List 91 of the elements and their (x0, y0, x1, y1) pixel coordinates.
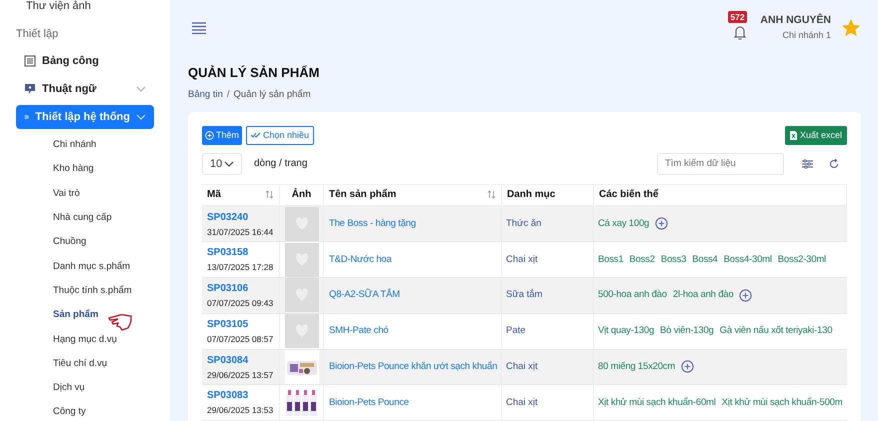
product-name-link[interactable]: Bioion-Pets Pounce khăn ướt sạch khuẩn (329, 360, 498, 374)
search-field[interactable]: Tìm kiếm dữ liệu (657, 152, 784, 175)
plus-circle-icon (205, 130, 214, 140)
sidebar-item[interactable]: Thiết lập hệ thống (16, 105, 154, 129)
add-circle-icon[interactable] (739, 288, 752, 302)
product-code-link[interactable]: SP03106 (207, 281, 274, 296)
category-cell-text: Thức ăn (506, 216, 542, 231)
submenu-item[interactable]: Chuồng (53, 236, 86, 248)
branch-name: Chi nhánh 1 (782, 29, 831, 42)
sidebar-item[interactable]: Thuật ngữ (16, 77, 154, 101)
double-check-icon (251, 132, 262, 138)
category-cell-text: Chai xịt (506, 360, 538, 374)
variant-tag: Bò viên-130g (660, 324, 714, 338)
submenu-item[interactable]: Hạng mục d.vụ (53, 334, 117, 346)
bell-icon[interactable] (733, 25, 748, 41)
submenu-item[interactable]: Tiêu chí d.vụ (53, 358, 108, 370)
created-date: 07/07/2025 08:57 (207, 332, 274, 346)
submenu-item[interactable]: Công ty (53, 406, 86, 418)
product-name-link[interactable]: The Boss - hàng tặng (329, 216, 416, 232)
sidebar-item[interactable]: Bảng công (16, 49, 154, 73)
table-icon (24, 55, 36, 67)
page-title: QUẢN LÝ SẢN PHẨM (188, 64, 320, 82)
chat-icon (24, 83, 36, 95)
breadcrumb-link[interactable]: Bảng tin (188, 88, 223, 102)
submenu-item[interactable]: Chi nhánh (53, 139, 96, 152)
category-cell-text: Sữa tắm (506, 288, 542, 302)
submenu-item[interactable]: Nhà cung cấp (53, 212, 112, 224)
created-date: 13/07/2025 17:28 (207, 261, 274, 274)
product-code-link[interactable]: SP03105 (207, 316, 274, 332)
submenu-item[interactable]: Dịch vụ (53, 382, 85, 394)
breadcrumb-current: Quản lý sản phẩm (234, 88, 311, 102)
chevron-down-icon (224, 160, 234, 167)
variant-tag: Gà viên nấu xốt teriyaki-130 (720, 324, 832, 338)
product-name-link[interactable]: Q8-A2-SỮA TẮM (329, 288, 400, 303)
variant-tag: Boss2 (629, 252, 655, 267)
created-date: 31/07/2025 16:44 (207, 226, 274, 238)
category-cell: Chai xịt (506, 252, 538, 267)
sort-icon[interactable] (487, 190, 496, 200)
sidebar-item[interactable]: Thư viện ảnh (26, 0, 91, 13)
page-size-select[interactable]: 10 (202, 152, 242, 175)
variant-tag: 2l-hoa anh đào (672, 288, 734, 303)
variant-tag: Boss1 (598, 252, 624, 267)
submenu-item[interactable]: Danh mục s.phẩm (53, 260, 130, 273)
variant-tag: Vịt quay-130g (598, 324, 654, 338)
created-date: 29/06/2025 13:57 (207, 368, 274, 382)
variant-tag: Xịt khử mùi sạch khuẩn-500m (722, 396, 842, 410)
variant-tag: Cá xay 100g (598, 216, 650, 232)
product-code-link[interactable]: SP03084 (207, 352, 274, 368)
refresh-icon[interactable] (829, 158, 839, 169)
product-code-link[interactable]: SP03240 (207, 210, 274, 225)
filter-settings-icon[interactable] (802, 158, 813, 169)
variant-tag: Boss4 (692, 252, 718, 267)
variant-tag: 500-hoa anh đào (598, 288, 667, 303)
product-code-link[interactable]: SP03158 (207, 245, 274, 260)
category-cell: Pate (506, 324, 526, 338)
submenu-item[interactable]: Vai trò (53, 188, 80, 200)
submenu-item[interactable]: Thuộc tính s.phẩm (53, 284, 132, 297)
sort-icon[interactable] (265, 190, 274, 200)
user-name: ANH NGUYÊN (760, 13, 831, 28)
add-circle-icon[interactable] (681, 360, 694, 374)
column-header: Tên sản phẩm (329, 188, 396, 202)
variant-tag: Xịt khử mùi sạch khuẩn-60ml (598, 396, 716, 410)
notification-badge: 572 (728, 11, 747, 23)
add-circle-icon[interactable] (655, 217, 668, 230)
category-cell: Chai xịt (506, 396, 538, 410)
product-name-link[interactable]: T&D-Nước hoa (329, 252, 392, 267)
column-header: Các biến thể (599, 188, 658, 202)
submenu-item[interactable]: Kho hàng (53, 163, 94, 176)
section-label: Thiết lập (16, 27, 58, 41)
star-icon[interactable] (841, 18, 861, 38)
product-code-link[interactable]: SP03083 (207, 388, 274, 404)
variant-tag: Boss2-30ml (778, 252, 826, 267)
product-name-link[interactable]: SMH-Pate chó (329, 324, 388, 338)
variant-tag: Boss4-30ml (724, 252, 772, 267)
breadcrumb-separator: / (226, 88, 230, 102)
column-header: Ảnh (292, 187, 312, 202)
pointing-hand-icon (108, 312, 132, 332)
column-header: Mã (207, 188, 221, 202)
variant-tag: 80 miếng 15x20cm (598, 360, 676, 374)
submenu-item[interactable]: Sản phẩm (53, 309, 98, 322)
product-name-link[interactable]: Bioion-Pets Pounce (329, 396, 409, 410)
menu-icon[interactable] (192, 22, 206, 34)
variant-tag: Boss3 (660, 252, 686, 267)
excel-file-icon (790, 130, 797, 140)
export-excel-button[interactable]: Xuất excel (784, 126, 847, 145)
created-date: 07/07/2025 09:43 (207, 297, 274, 310)
add-button[interactable]: Thêm (202, 126, 242, 145)
column-header: Danh mục (507, 188, 556, 202)
multi-select-button[interactable]: Chọn nhiều (246, 126, 314, 145)
page-size-label: dòng / trang (254, 157, 308, 172)
created-date: 29/06/2025 13:53 (207, 404, 274, 418)
